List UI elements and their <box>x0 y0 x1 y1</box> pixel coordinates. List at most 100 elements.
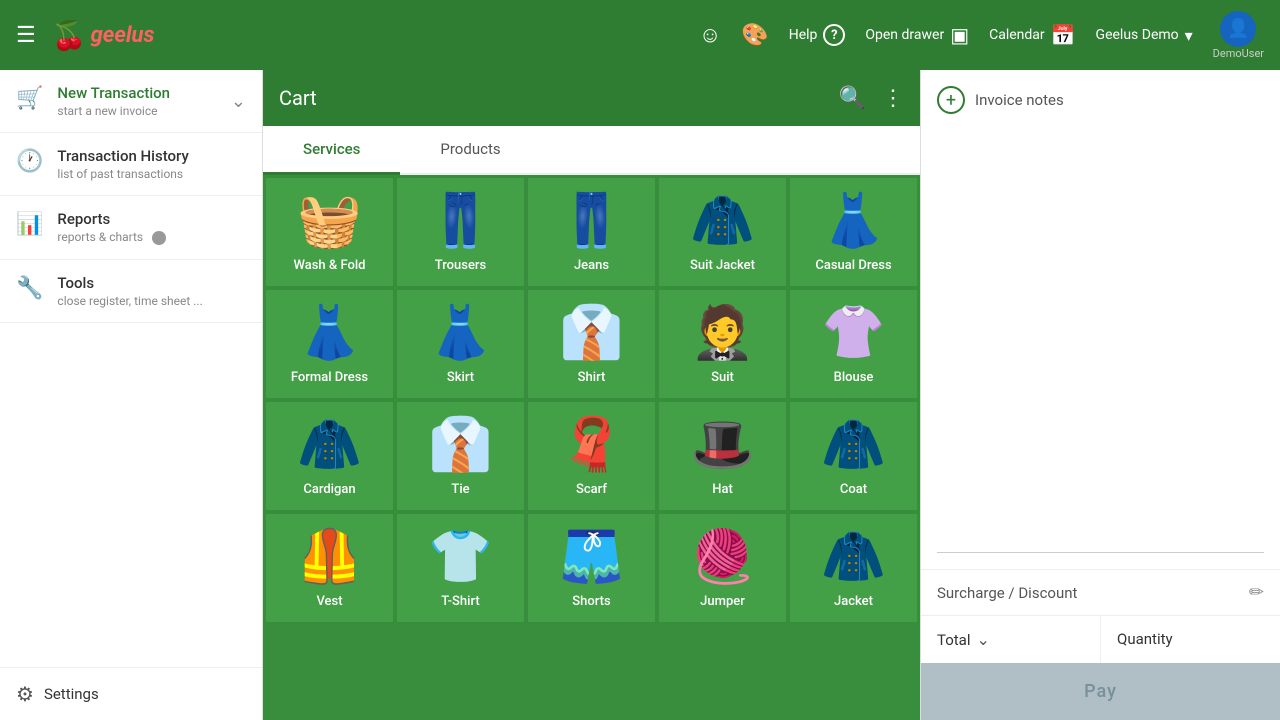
product-card-blouse[interactable]: 👚Blouse <box>789 289 918 399</box>
cart-header-icons: 🔍 ⋮ <box>839 86 904 111</box>
more-options-icon[interactable]: ⋮ <box>882 86 904 111</box>
quantity-label: Quantity <box>1117 630 1173 648</box>
pay-button[interactable]: Pay <box>921 663 1280 720</box>
product-name-cardigan: Cardigan <box>303 482 355 497</box>
right-panel: + Invoice notes Surcharge / Discount ✏ T… <box>920 70 1280 720</box>
product-card-jumper[interactable]: 🧶Jumper <box>658 513 787 623</box>
reports-icon: 📊 <box>16 212 43 237</box>
product-card-jacket[interactable]: 🧥 Jacket <box>789 513 918 623</box>
product-icon-tie: 👔 <box>428 414 493 476</box>
sidebar-item-tools[interactable]: 🔧 Tools close register, time sheet ... <box>0 260 262 323</box>
sidebar-item-reports-subtitle: reports & charts <box>57 230 246 245</box>
total-cell[interactable]: Total ⌄ <box>921 616 1101 663</box>
tab-services[interactable]: Services <box>263 126 400 175</box>
chevron-right-icon: ⌄ <box>231 91 246 112</box>
sidebar-item-new-transaction-title: New Transaction <box>57 84 231 102</box>
logo-text: geelus <box>91 23 155 48</box>
product-card-trousers[interactable]: 👖 Trousers <box>396 177 525 287</box>
invoice-notes-input[interactable] <box>937 122 1264 553</box>
product-name-jacket: Jacket <box>834 594 873 609</box>
user-label: Geelus Demo <box>1096 27 1179 43</box>
calendar-button[interactable]: Calendar 📅 <box>989 23 1075 47</box>
product-name-suit-jacket: Suit Jacket <box>690 258 755 273</box>
product-card-casual-dress[interactable]: 👗Casual Dress <box>789 177 918 287</box>
sidebar-item-tools-subtitle: close register, time sheet ... <box>57 294 246 308</box>
product-icon-cardigan: 🧥 <box>297 414 362 476</box>
product-card-cardigan[interactable]: 🧥 Cardigan <box>265 401 394 511</box>
product-icon-jacket: 🧥 <box>821 526 886 588</box>
product-icon-hat: 🎩 <box>690 414 755 476</box>
sidebar-item-settings[interactable]: ⚙ Settings <box>0 667 262 720</box>
open-drawer-icon: ▣ <box>950 23 969 47</box>
sidebar-item-transaction-history[interactable]: 🕐 Transaction History list of past trans… <box>0 133 262 196</box>
product-card-vest[interactable]: 🦺 Vest <box>265 513 394 623</box>
product-icon-casual-dress: 👗 <box>821 190 886 252</box>
product-card-coat[interactable]: 🧥Coat <box>789 401 918 511</box>
hamburger-menu[interactable]: ☰ <box>16 23 36 48</box>
sidebar-item-transaction-history-text: Transaction History list of past transac… <box>57 147 246 181</box>
product-icon-suit-jacket: 🧥 <box>690 190 755 252</box>
sidebar-item-reports[interactable]: 📊 Reports reports & charts <box>0 196 262 260</box>
total-label: Total <box>937 631 971 649</box>
add-invoice-note-button[interactable]: + <box>937 86 965 114</box>
product-icon-shorts: 🩳 <box>559 526 624 588</box>
product-card-suit-jacket[interactable]: 🧥 Suit Jacket <box>658 177 787 287</box>
product-card-skirt[interactable]: 👗Skirt <box>396 289 525 399</box>
product-card-hat[interactable]: 🎩 Hat <box>658 401 787 511</box>
product-name-trousers: Trousers <box>435 258 486 273</box>
invoice-notes-header: + Invoice notes <box>937 86 1264 114</box>
product-name-suit: Suit <box>711 370 734 385</box>
sidebar-item-tools-title: Tools <box>57 274 246 292</box>
product-name-hat: Hat <box>712 482 733 497</box>
products-section: 🧺Wash & Fold 👖 Trousers 👖Jeans 🧥 Suit Jacket 👗… <box>263 175 920 720</box>
user-menu-button[interactable]: Geelus Demo ▾ <box>1096 26 1193 45</box>
logo-cherry-icon: 🍒 <box>52 19 87 52</box>
cart-header: Cart 🔍 ⋮ <box>263 70 920 126</box>
edit-surcharge-icon[interactable]: ✏ <box>1249 582 1264 603</box>
product-name-scarf: Scarf <box>576 482 607 497</box>
total-chevron-icon: ⌄ <box>977 630 990 649</box>
tools-icon: 🔧 <box>16 276 43 301</box>
sidebar-item-transaction-history-title: Transaction History <box>57 147 246 165</box>
product-icon-jeans: 👖 <box>559 190 624 252</box>
product-name-shorts: Shorts <box>572 594 610 609</box>
open-drawer-button[interactable]: Open drawer ▣ <box>865 23 969 47</box>
product-name-blouse: Blouse <box>834 370 874 385</box>
invoice-notes-label: Invoice notes <box>975 91 1064 109</box>
product-card-jeans[interactable]: 👖Jeans <box>527 177 656 287</box>
smiley-icon[interactable]: ☺ <box>699 22 721 48</box>
product-icon-skirt: 👗 <box>428 302 493 364</box>
product-card-scarf[interactable]: 🧣 Scarf <box>527 401 656 511</box>
product-icon-vest: 🦺 <box>297 526 362 588</box>
search-icon[interactable]: 🔍 <box>839 86 866 111</box>
product-icon-scarf: 🧣 <box>559 414 624 476</box>
product-card-formal-dress[interactable]: 👗Formal Dress <box>265 289 394 399</box>
product-card-shorts[interactable]: 🩳 Shorts <box>527 513 656 623</box>
sidebar-item-transaction-history-subtitle: list of past transactions <box>57 167 246 181</box>
surcharge-section: Surcharge / Discount ✏ <box>921 569 1280 615</box>
help-button[interactable]: Help ? <box>789 24 846 46</box>
sidebar-item-new-transaction[interactable]: 🛒 New Transaction start a new invoice ⌄ <box>0 70 262 133</box>
avatar: 👤 <box>1220 11 1256 47</box>
products-grid: 🧺Wash & Fold 👖 Trousers 👖Jeans 🧥 Suit Jacket 👗… <box>263 175 920 625</box>
user-avatar-section: 👤 DemoUser <box>1213 11 1264 60</box>
product-card-wash-fold[interactable]: 🧺Wash & Fold <box>265 177 394 287</box>
content-area: Cart 🔍 ⋮ Services Products 🧺Wash & Fold👖… <box>263 70 920 720</box>
open-drawer-label: Open drawer <box>865 27 944 43</box>
calendar-icon: 📅 <box>1051 23 1076 47</box>
palette-icon[interactable]: 🎨 <box>741 23 768 48</box>
sidebar-item-new-transaction-text: New Transaction start a new invoice <box>57 84 231 118</box>
product-name-tie: Tie <box>451 482 469 497</box>
tab-products[interactable]: Products <box>400 126 540 175</box>
product-card-shirt[interactable]: 👔Shirt <box>527 289 656 399</box>
product-icon-trousers: 👖 <box>428 190 493 252</box>
product-name-formal-dress: Formal Dress <box>291 370 368 385</box>
product-card-tie[interactable]: 👔 Tie <box>396 401 525 511</box>
product-card-t-shirt[interactable]: 👕T-Shirt <box>396 513 525 623</box>
surcharge-label: Surcharge / Discount <box>937 584 1249 602</box>
product-card-suit[interactable]: 🤵Suit <box>658 289 787 399</box>
product-name-vest: Vest <box>316 594 342 609</box>
product-name-wash-fold: Wash & Fold <box>294 258 366 273</box>
topbar: ☰ 🍒 geelus ☺ 🎨 Help ? Open drawer ▣ Cale… <box>0 0 1280 70</box>
cart-icon: 🛒 <box>16 86 43 111</box>
